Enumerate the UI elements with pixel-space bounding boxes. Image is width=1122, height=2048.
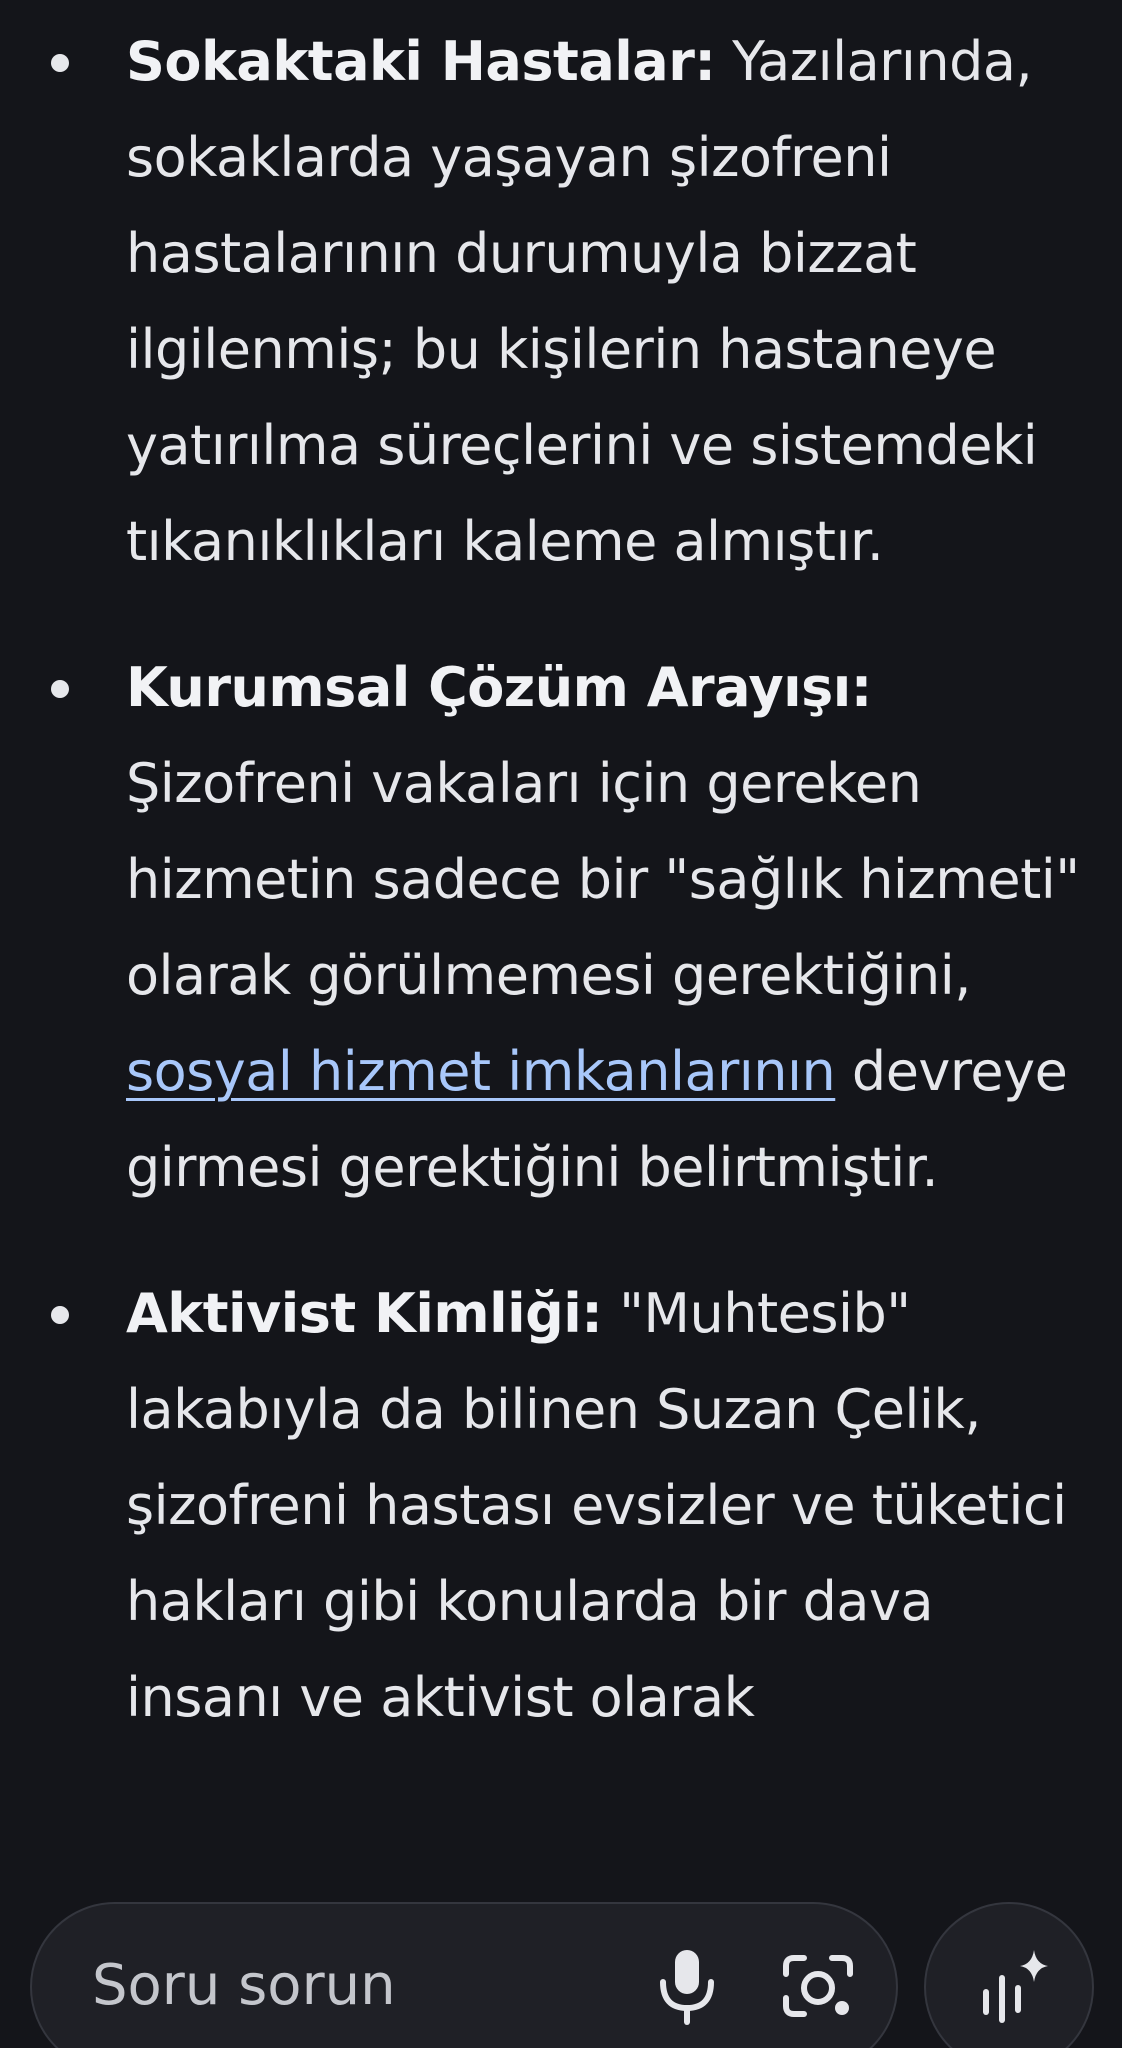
scroll-fade xyxy=(0,1820,1122,1862)
sosyal-hizmet-link[interactable]: sosyal hizmet imkanlarının xyxy=(126,1040,836,1103)
mic-icon[interactable] xyxy=(652,1946,722,2026)
list-item: Aktivist Kimliği: "Muhtesib" lakabıyla d… xyxy=(0,1266,1122,1746)
item-text: Yazılarında, sokaklarda yaşayan şizofren… xyxy=(126,30,1038,573)
response-content: Sokaktaki Hastalar: Yazılarında, sokakla… xyxy=(0,0,1122,1862)
bullet-list: Sokaktaki Hastalar: Yazılarında, sokakla… xyxy=(0,14,1122,1796)
lens-camera-icon[interactable] xyxy=(778,1950,858,2022)
item-text: "Muhtesib" lakabıyla da bilinen Suzan Çe… xyxy=(126,1282,1067,1729)
mode-button[interactable] xyxy=(924,1902,1094,2048)
list-item: Kurumsal Çözüm Arayışı: Şizofreni vakala… xyxy=(0,640,1122,1216)
bullet-dot xyxy=(51,680,69,698)
input-bar: Soru sorun xyxy=(0,1862,1122,2048)
item-title: Kurumsal Çözüm Arayışı: xyxy=(126,656,872,719)
item-title: Sokaktaki Hastalar: xyxy=(126,30,716,93)
bullet-dot xyxy=(51,54,69,72)
sparkle-mode-icon xyxy=(983,1950,1048,2023)
bullet-dot xyxy=(51,1306,69,1324)
list-item: Sokaktaki Hastalar: Yazılarında, sokakla… xyxy=(0,14,1122,590)
ask-input-placeholder: Soru sorun xyxy=(92,1953,396,2018)
item-text: Şizofreni vakaları için gereken hizmetin… xyxy=(126,752,1080,1007)
item-title: Aktivist Kimliği: xyxy=(126,1282,603,1345)
ask-input[interactable]: Soru sorun xyxy=(30,1902,898,2048)
